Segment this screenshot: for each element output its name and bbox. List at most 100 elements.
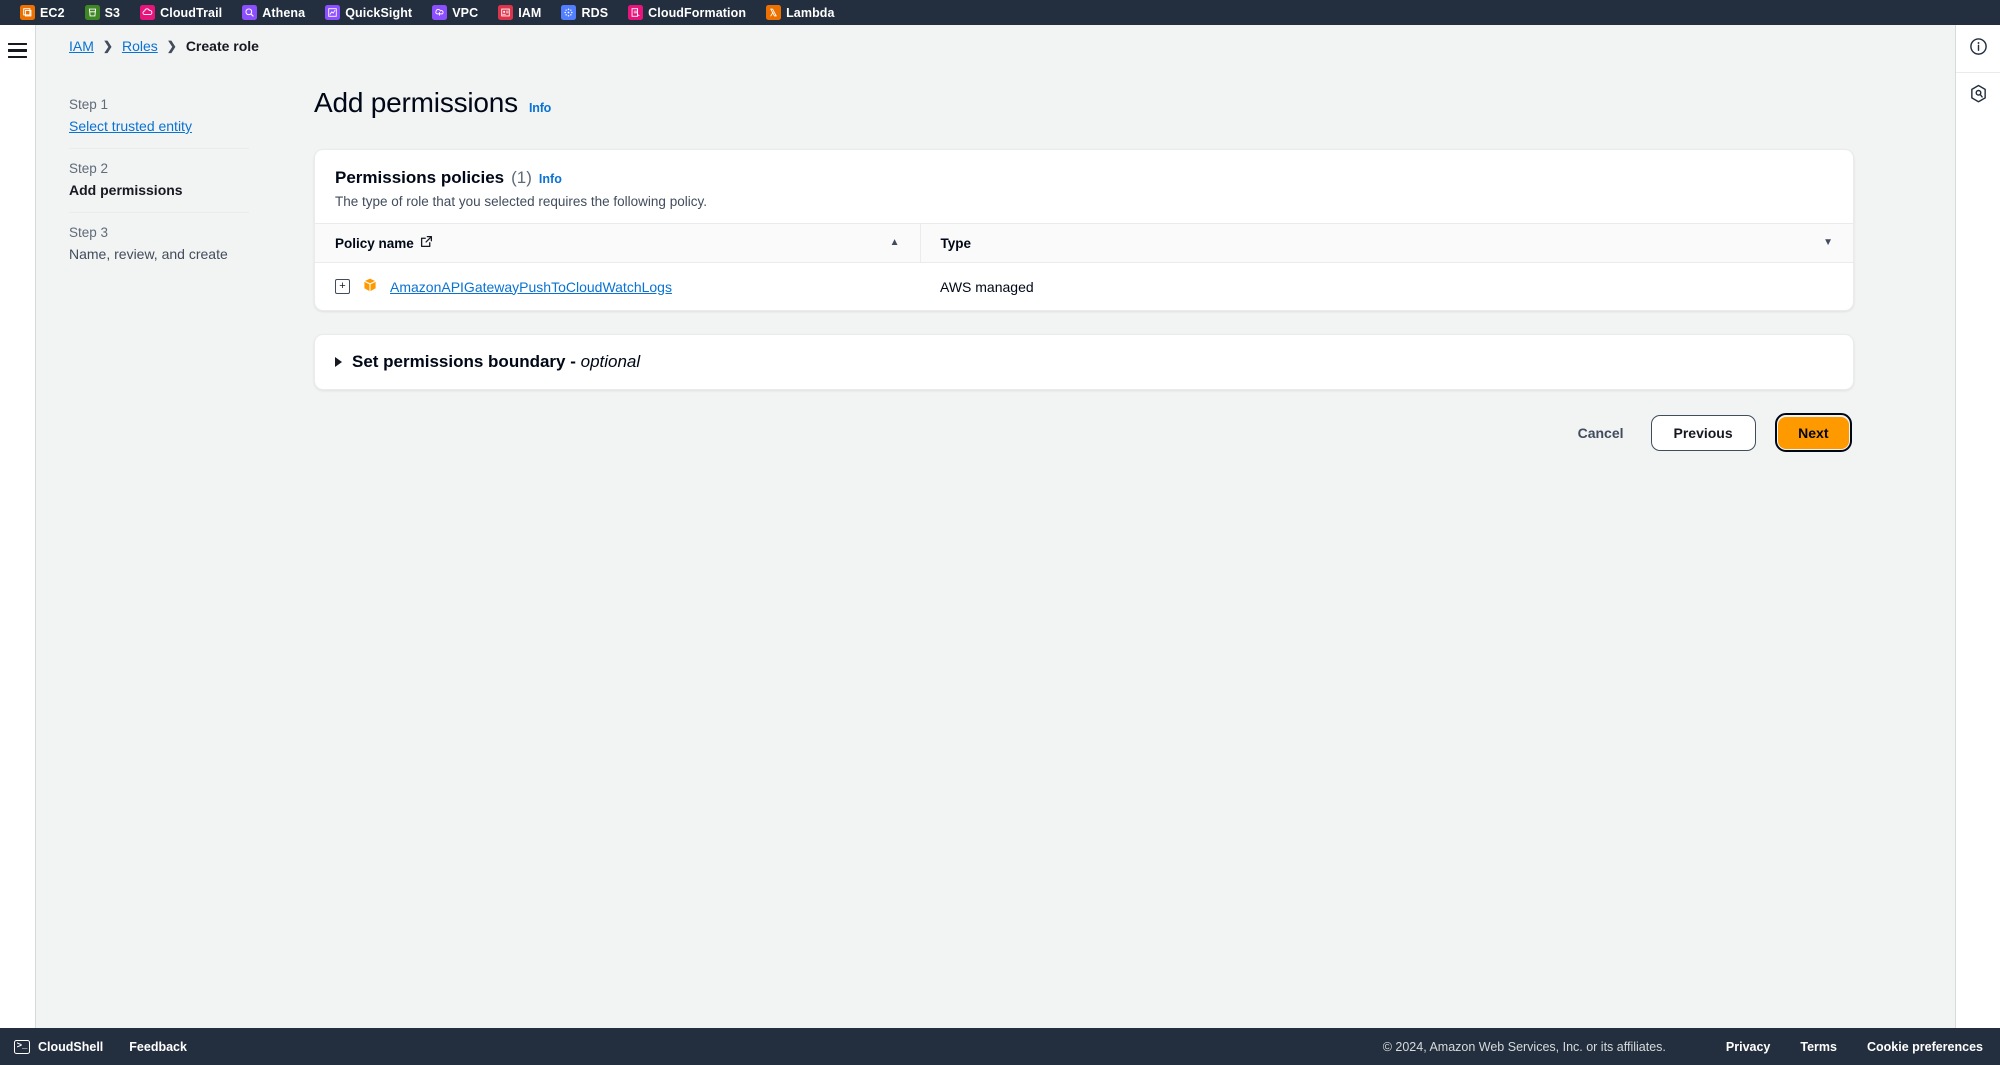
bookmark-ec2[interactable]: EC2: [10, 0, 75, 25]
cloudtrail-icon: [140, 5, 156, 20]
wizard-step-1[interactable]: Step 1 Select trusted entity: [69, 87, 249, 148]
bookmark-label: EC2: [40, 5, 65, 20]
ec2-icon: [20, 5, 35, 20]
copyright-text: © 2024, Amazon Web Services, Inc. or its…: [1382, 1039, 1666, 1054]
main-column: Add permissions Info Permissions policie…: [314, 87, 1854, 452]
bookmark-label: CloudTrail: [160, 5, 223, 20]
policy-type-cell: AWS managed: [940, 278, 1034, 295]
content-area: IAM ❯ Roles ❯ Create role Step 1 Select trust…: [36, 25, 1955, 1028]
next-button[interactable]: Next: [1778, 416, 1849, 449]
bottom-bar-left: >_ CloudShell Feedback: [14, 1039, 187, 1054]
footer-link-cookie-preferences[interactable]: Cookie preferences: [1867, 1040, 1983, 1054]
footer-link-privacy[interactable]: Privacy: [1726, 1040, 1770, 1054]
set-permissions-boundary-title: Set permissions boundary - optional: [352, 352, 641, 371]
page-title: Add permissions Info: [314, 87, 1854, 119]
info-circle-icon: [1969, 37, 1988, 61]
set-permissions-boundary-title-text: Set permissions boundary: [352, 352, 566, 371]
athena-icon: [242, 5, 258, 20]
bookmark-quicksight[interactable]: QuickSight: [315, 0, 422, 25]
bookmark-label: IAM: [518, 5, 542, 20]
external-link-icon: [420, 235, 433, 251]
bookmark-label: CloudFormation: [648, 5, 747, 20]
wizard-step-2-title: Add permissions: [69, 182, 183, 198]
permissions-policies-info-link[interactable]: Info: [539, 172, 562, 186]
right-utility-rail: [1955, 25, 2000, 1028]
expand-row-toggle[interactable]: +: [335, 279, 350, 294]
breadcrumb-item-create-role: Create role: [185, 38, 259, 54]
bookmark-cloudtrail[interactable]: CloudTrail: [130, 0, 232, 25]
terminal-icon: >_: [14, 1039, 30, 1054]
permissions-policies-header: Permissions policies (1) Info The type o…: [315, 150, 1853, 223]
wizard-step-1-label: Step 1: [69, 97, 109, 112]
cancel-button[interactable]: Cancel: [1570, 419, 1632, 447]
left-navigation-rail: [0, 25, 36, 1028]
iam-icon: [498, 5, 514, 20]
breadcrumb: IAM ❯ Roles ❯ Create role: [69, 38, 259, 54]
sort-ascending-icon: ▲: [889, 237, 900, 248]
breadcrumb-item-iam[interactable]: IAM: [69, 38, 94, 54]
bottom-bar-right: © 2024, Amazon Web Services, Inc. or its…: [1383, 1040, 1983, 1054]
cloudshell-button[interactable]: >_ CloudShell: [14, 1039, 104, 1054]
column-header-policy-name[interactable]: Policy name ▲: [315, 223, 920, 263]
permissions-boundary-card: Set permissions boundary - optional: [314, 334, 1854, 390]
policy-name-cell: + AmazonAPIGatewayPushToCloudWatchLogs: [315, 263, 920, 311]
wizard-step-2: Step 2 Add permissions: [69, 149, 249, 212]
column-header-type[interactable]: Type ▼: [919, 223, 1853, 263]
permissions-policies-count: (1): [511, 168, 532, 187]
permissions-policies-description: The type of role that you selected requi…: [335, 194, 707, 209]
wizard-step-1-title[interactable]: Select trusted entity: [69, 118, 249, 134]
page-title-text: Add permissions: [314, 87, 518, 118]
policy-name-link[interactable]: AmazonAPIGatewayPushToCloudWatchLogs: [390, 279, 672, 295]
cloudformation-icon: [628, 5, 644, 20]
cloudshell-label: CloudShell: [38, 1039, 104, 1054]
table-body: + AmazonAPIGatewayPushToCloudWatchLogs AWS…: [315, 263, 1853, 311]
bookmark-athena[interactable]: Athena: [232, 0, 315, 25]
set-permissions-boundary-optional: optional: [580, 352, 641, 371]
wizard-step-3-title: Name, review, and create: [69, 246, 228, 262]
permissions-policies-table: Policy name ▲ Type ▼ + AmazonAPIGatewayP…: [315, 223, 1853, 310]
services-bookmark-bar: EC2 S3 CloudTrail Athena QuickSight VPC IAM RDS…: [0, 0, 2000, 25]
bottom-status-bar: >_ CloudShell Feedback © 2024, Amazon We…: [0, 1028, 2000, 1065]
rds-icon: [561, 5, 577, 20]
sort-descending-icon: ▼: [1823, 237, 1833, 248]
bookmark-vpc[interactable]: VPC: [422, 0, 488, 25]
bookmark-s3[interactable]: S3: [75, 0, 131, 25]
table-header-row: Policy name ▲ Type ▼: [315, 223, 1853, 263]
wizard-step-3: Step 3 Name, review, and create: [69, 213, 249, 276]
permissions-policies-card: Permissions policies (1) Info The type o…: [314, 149, 1854, 311]
hamburger-menu-icon[interactable]: [8, 43, 27, 58]
page-info-link[interactable]: Info: [529, 101, 551, 115]
bookmark-label: QuickSight: [345, 5, 413, 20]
bottom-bar-links: Privacy Terms Cookie preferences: [1696, 1040, 1983, 1054]
next-button-focus-ring: Next: [1774, 413, 1852, 452]
bookmark-label: Lambda: [786, 5, 835, 20]
quicksight-icon: [325, 5, 341, 20]
policy-package-icon: [362, 277, 378, 296]
table-row: + AmazonAPIGatewayPushToCloudWatchLogs AWS…: [315, 263, 1853, 311]
info-panel-button[interactable]: [1956, 25, 2000, 72]
previous-button[interactable]: Previous: [1650, 414, 1756, 451]
caret-right-icon: [335, 357, 342, 367]
feedback-button[interactable]: Feedback: [129, 1040, 187, 1054]
bookmark-label: Athena: [262, 5, 306, 20]
bookmark-rds[interactable]: RDS: [551, 0, 618, 25]
settings-panel-button[interactable]: [1956, 73, 2000, 120]
column-header-type-label: Type: [940, 235, 972, 251]
bookmark-lambda[interactable]: Lambda: [756, 0, 845, 25]
bookmark-cloudformation[interactable]: CloudFormation: [618, 0, 756, 25]
page-body: IAM ❯ Roles ❯ Create role Step 1 Select trust…: [0, 25, 2000, 1028]
wizard-action-buttons: Cancel Previous Next: [314, 413, 1854, 452]
bookmark-label: S3: [104, 5, 121, 20]
column-header-policy-name-label: Policy name: [335, 235, 414, 251]
breadcrumb-item-roles[interactable]: Roles: [122, 38, 158, 54]
bookmark-iam[interactable]: IAM: [488, 0, 551, 25]
permissions-policies-title-text: Permissions policies: [335, 168, 505, 187]
bookmark-label: VPC: [452, 5, 479, 20]
set-permissions-boundary-toggle[interactable]: Set permissions boundary - optional: [315, 335, 1853, 389]
lambda-icon: [766, 5, 782, 20]
vpc-icon: [432, 5, 448, 20]
footer-link-terms[interactable]: Terms: [1800, 1040, 1837, 1054]
table-header: Policy name ▲ Type ▼: [315, 223, 1853, 263]
bookmark-label: RDS: [581, 5, 609, 20]
s3-icon: [84, 5, 100, 20]
